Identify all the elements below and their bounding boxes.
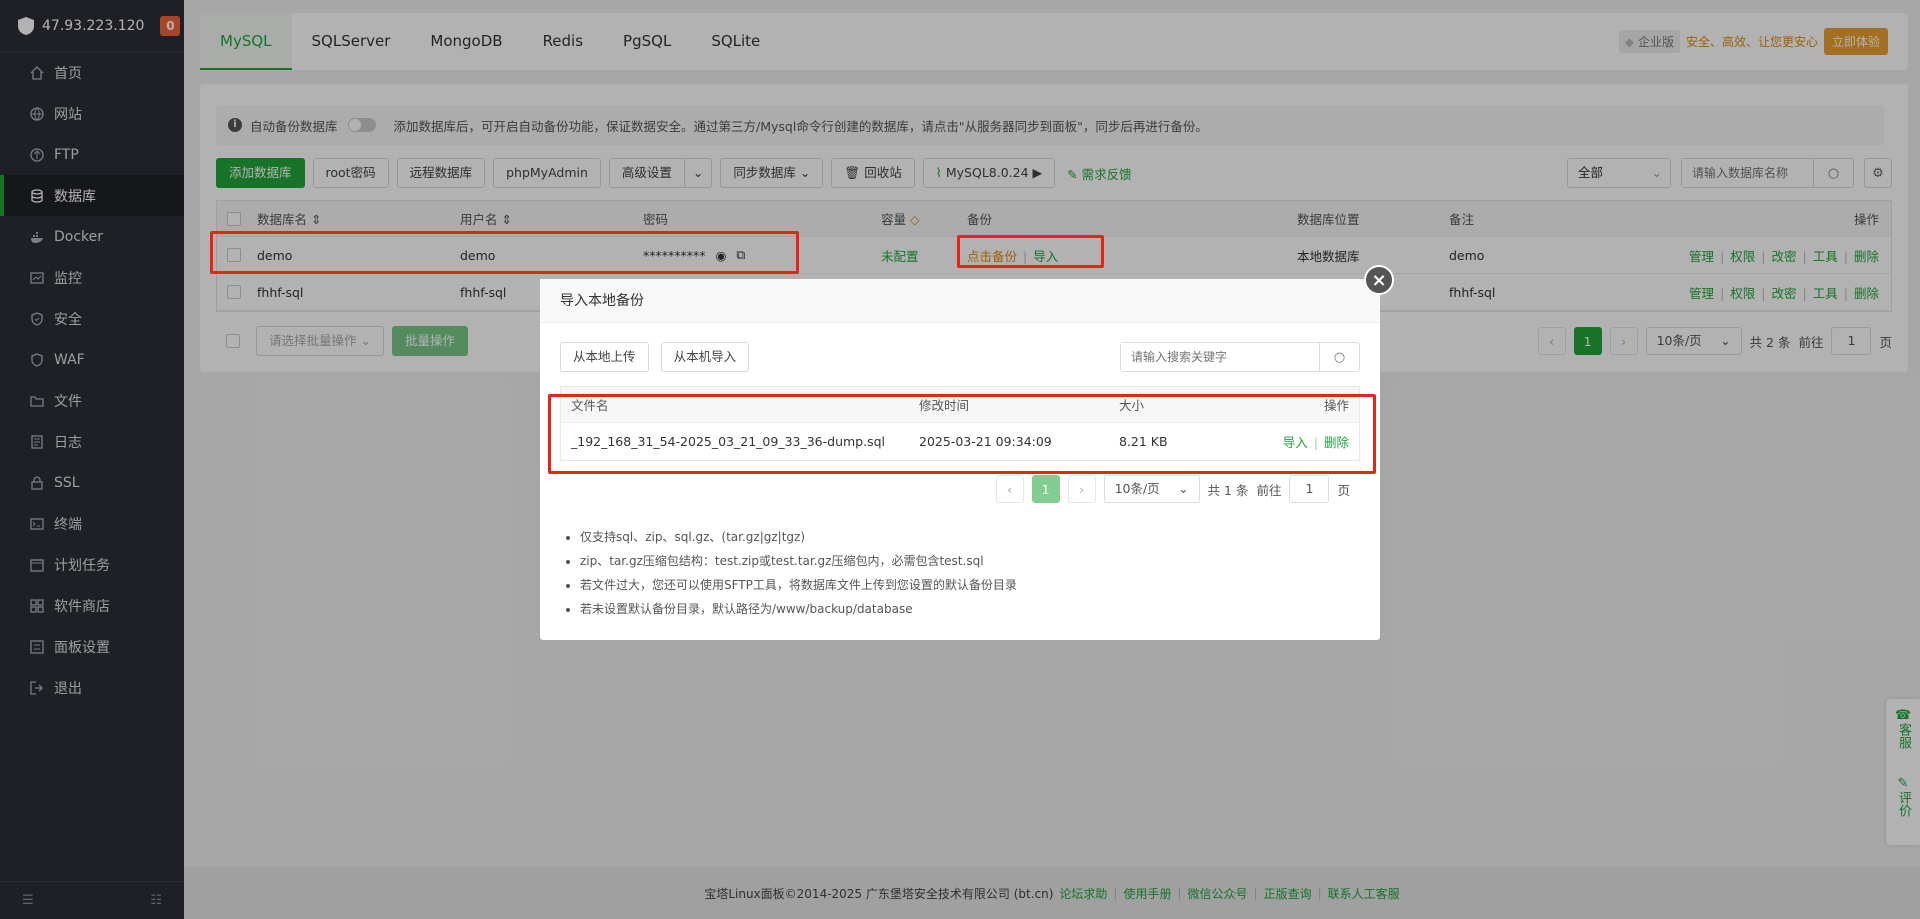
dialog-search: ○: [1120, 342, 1360, 372]
import-notes: 仅支持sql、zip、sql.gz、(tar.gz|gz|tgz) zip、ta…: [580, 525, 1017, 621]
dialog-search-input[interactable]: [1121, 343, 1319, 371]
note-item: 若文件过大，您还可以使用SFTP工具，将数据库文件上传到您设置的默认备份目录: [580, 573, 1017, 597]
col-filename: 文件名: [571, 398, 609, 413]
table-header: 文件名 修改时间 大小 操作: [561, 387, 1359, 423]
dialog-toolbar: 从本地上传 从本机导入 ○: [560, 342, 1360, 372]
next-page-button[interactable]: ›: [1067, 475, 1096, 503]
col-modified: 修改时间: [919, 398, 970, 413]
note-item: zip、tar.gz压缩包结构：test.zip或test.tar.gz压缩包内…: [580, 549, 1017, 573]
page-input[interactable]: 1: [1289, 475, 1330, 503]
note-item: 若未设置默认备份目录，默认路径为/www/backup/database: [580, 597, 1017, 621]
col-ops: 操作: [1323, 398, 1349, 413]
page-button[interactable]: 1: [1031, 475, 1060, 503]
page-size-value: 10条/页: [1114, 481, 1160, 496]
import-server-button[interactable]: 从本机导入: [660, 342, 750, 372]
file-name: _192_168_31_54-2025_03_21_09_33_36-dump.…: [571, 434, 886, 449]
file-size: 8.21 KB: [1119, 434, 1168, 449]
import-backup-dialog: 导入本地备份 × 从本地上传 从本机导入 ○ 文件名 修改时间 大小 操作 _1…: [540, 265, 1394, 640]
search-icon[interactable]: ○: [1319, 343, 1359, 371]
import-file-link[interactable]: 导入: [1283, 435, 1308, 450]
backup-file-table: 文件名 修改时间 大小 操作 _192_168_31_54-2025_03_21…: [560, 386, 1360, 461]
dialog-title: 导入本地备份: [540, 279, 1380, 323]
goto-label: 前往: [1256, 482, 1282, 498]
file-modified: 2025-03-21 09:34:09: [919, 434, 1052, 449]
page-size-select[interactable]: 10条/页 ⌄: [1103, 475, 1200, 503]
close-icon[interactable]: ×: [1364, 265, 1394, 295]
file-ops: 导入 | 删除: [1282, 435, 1349, 450]
col-size: 大小: [1119, 398, 1145, 413]
upload-local-button[interactable]: 从本地上传: [560, 342, 649, 372]
delete-file-link[interactable]: 删除: [1324, 435, 1349, 450]
prev-page-button[interactable]: ‹: [995, 475, 1024, 503]
page-unit: 页: [1337, 482, 1350, 498]
table-row: _192_168_31_54-2025_03_21_09_33_36-dump.…: [561, 423, 1359, 460]
note-item: 仅支持sql、zip、sql.gz、(tar.gz|gz|tgz): [580, 525, 1017, 549]
dialog-pagination: ‹ 1 › 10条/页 ⌄ 共 1 条 前往 1 页: [995, 475, 1350, 503]
chevron-down-icon: ⌄: [1178, 481, 1189, 496]
total-count: 共 1 条: [1207, 482, 1249, 498]
